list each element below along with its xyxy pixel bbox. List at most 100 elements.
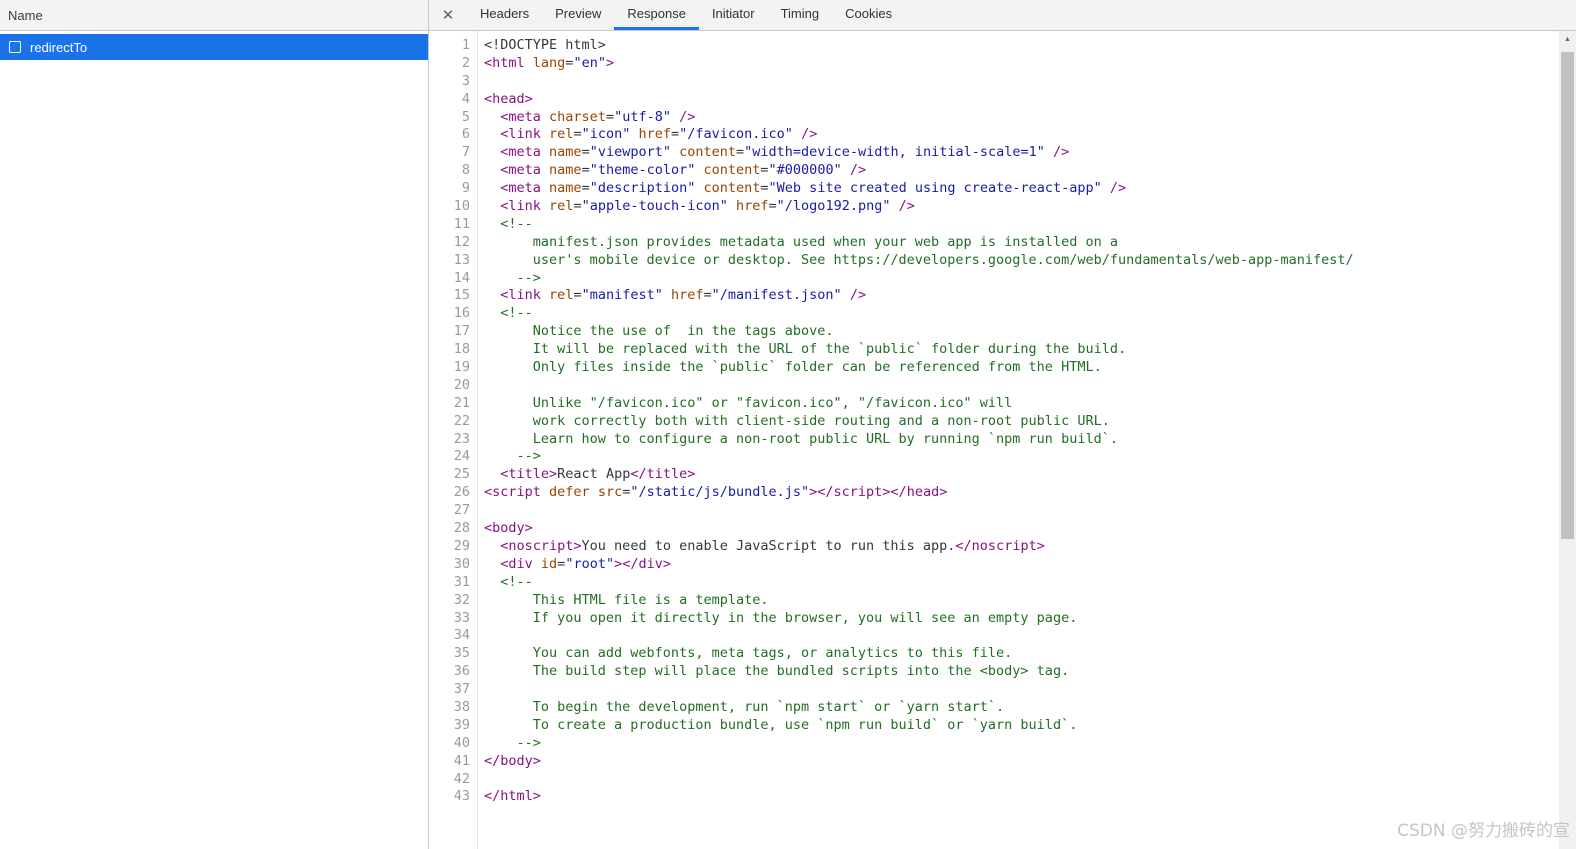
line-number: 5 xyxy=(461,108,470,125)
code-line: 12 manifest.json provides metadata used … xyxy=(429,234,1559,252)
code-line: 23 Learn how to configure a non-root pub… xyxy=(429,431,1559,449)
code-line: 36 The build step will place the bundled… xyxy=(429,663,1559,681)
code-line: 6 <link rel="icon" href="/favicon.ico" /… xyxy=(429,126,1559,144)
code-line: 43 </html> xyxy=(429,788,1559,806)
code-line: 41 </body> xyxy=(429,753,1559,771)
tab-response[interactable]: Response xyxy=(614,0,699,30)
line-number: 17 xyxy=(453,323,470,340)
line-number: 34 xyxy=(453,627,470,644)
line-number: 10 xyxy=(453,198,470,215)
code-line: 26 <script defer src="/static/js/bundle.j… xyxy=(429,484,1559,502)
line-number: 2 xyxy=(461,54,470,71)
line-number: 36 xyxy=(453,663,470,680)
line-number: 15 xyxy=(453,287,470,304)
line-number: 40 xyxy=(453,734,470,751)
line-number: 35 xyxy=(453,645,470,662)
code-line: 14 --> xyxy=(429,270,1559,288)
code-line: 5 <meta charset="utf-8" /> xyxy=(429,109,1559,127)
csdn-watermark: CSDN @努力搬砖的宣 xyxy=(1397,821,1570,841)
code-line: 11 <!-- xyxy=(429,216,1559,234)
code-line: 42 xyxy=(429,771,1559,789)
code-line: 30 <div id="root"></div> xyxy=(429,556,1559,574)
code-lines: 1 <!DOCTYPE html> 2 <html lang="en"> 3 4 <head… xyxy=(429,37,1559,806)
code-line: 31 <!-- xyxy=(429,574,1559,592)
line-number: 3 xyxy=(461,72,470,89)
line-number: 20 xyxy=(453,376,470,393)
line-number: 22 xyxy=(453,412,470,429)
code-line: 24 --> xyxy=(429,448,1559,466)
code-line: 40 --> xyxy=(429,735,1559,753)
code-line: 3 xyxy=(429,73,1559,91)
code-line: 8 <meta name="theme-color" content="#000… xyxy=(429,162,1559,180)
code-line: 7 <meta name="viewport" content="width=d… xyxy=(429,144,1559,162)
line-number: 4 xyxy=(461,90,470,107)
line-number: 16 xyxy=(453,305,470,322)
request-row-redirectto[interactable]: redirectTo xyxy=(0,34,428,60)
line-number: 38 xyxy=(453,698,470,715)
scrollbar-thumb[interactable] xyxy=(1561,52,1574,539)
line-number: 1 xyxy=(461,37,470,53)
vertical-scrollbar[interactable]: ▲ xyxy=(1559,31,1576,849)
name-column-label: Name xyxy=(8,7,43,23)
line-number: 8 xyxy=(461,162,470,179)
line-number: 39 xyxy=(453,716,470,733)
code-line: 1 <!DOCTYPE html> xyxy=(429,37,1559,55)
devtools-network-panel: Name redirectTo ✕ Headers Preview Respon… xyxy=(0,0,1576,849)
line-number: 18 xyxy=(453,341,470,358)
code-line: 34 xyxy=(429,627,1559,645)
tab-timing[interactable]: Timing xyxy=(768,0,833,30)
code-line: 25 <title>React App</title> xyxy=(429,466,1559,484)
name-column-header[interactable]: Name xyxy=(0,0,428,31)
code-line: 18 It will be replaced with the URL of t… xyxy=(429,341,1559,359)
line-number: 23 xyxy=(453,430,470,447)
close-icon[interactable]: ✕ xyxy=(429,0,467,30)
line-number: 13 xyxy=(453,251,470,268)
request-checkbox-icon[interactable] xyxy=(9,41,21,53)
line-number: 21 xyxy=(453,394,470,411)
line-number: 28 xyxy=(453,520,470,537)
request-list-panel: Name redirectTo xyxy=(0,0,429,849)
request-detail-panel: ✕ Headers Preview Response Initiator Tim… xyxy=(429,0,1576,849)
code-line: 17 Notice the use of in the tags above. xyxy=(429,323,1559,341)
code-line: 33 If you open it directly in the browse… xyxy=(429,610,1559,628)
code-line: 22 work correctly both with client-side … xyxy=(429,413,1559,431)
line-number: 29 xyxy=(453,537,470,554)
code-line: 19 Only files inside the `public` folder… xyxy=(429,359,1559,377)
line-number: 27 xyxy=(453,502,470,519)
line-number: 26 xyxy=(453,484,470,501)
request-name-label: redirectTo xyxy=(30,39,88,55)
code-line: 20 xyxy=(429,377,1559,395)
line-number: 31 xyxy=(453,573,470,590)
code-line: 29 <noscript>You need to enable JavaScri… xyxy=(429,538,1559,556)
code-line: 28 <body> xyxy=(429,520,1559,538)
code-line: 16 <!-- xyxy=(429,305,1559,323)
line-number: 37 xyxy=(453,681,470,698)
line-number: 12 xyxy=(453,233,470,250)
tab-cookies[interactable]: Cookies xyxy=(832,0,905,30)
code-line: 15 <link rel="manifest" href="/manifest.… xyxy=(429,287,1559,305)
line-number: 32 xyxy=(453,591,470,608)
line-number: 25 xyxy=(453,466,470,483)
line-number: 33 xyxy=(453,609,470,626)
code-line: 35 You can add webfonts, meta tags, or a… xyxy=(429,645,1559,663)
tab-preview[interactable]: Preview xyxy=(542,0,614,30)
code-line: 9 <meta name="description" content="Web … xyxy=(429,180,1559,198)
tab-initiator[interactable]: Initiator xyxy=(699,0,768,30)
scroll-up-arrow-icon[interactable]: ▲ xyxy=(1559,31,1576,48)
line-number: 7 xyxy=(461,144,470,161)
line-number: 6 xyxy=(461,126,470,143)
line-number: 11 xyxy=(453,215,470,232)
line-number: 24 xyxy=(453,448,470,465)
code-line: 39 To create a production bundle, use `n… xyxy=(429,717,1559,735)
code-line: 38 To begin the development, run `npm st… xyxy=(429,699,1559,717)
code-line: 21 Unlike "/favicon.ico" or "favicon.ico… xyxy=(429,395,1559,413)
line-number: 42 xyxy=(453,770,470,787)
detail-tab-bar: ✕ Headers Preview Response Initiator Tim… xyxy=(429,0,1576,31)
line-number: 19 xyxy=(453,359,470,376)
code-line: 32 This HTML file is a template. xyxy=(429,592,1559,610)
code-line: 10 <link rel="apple-touch-icon" href="/l… xyxy=(429,198,1559,216)
line-number: 43 xyxy=(453,788,470,805)
tab-headers[interactable]: Headers xyxy=(467,0,542,30)
line-number: 41 xyxy=(453,752,470,769)
code-line: 13 user's mobile device or desktop. See … xyxy=(429,252,1559,270)
